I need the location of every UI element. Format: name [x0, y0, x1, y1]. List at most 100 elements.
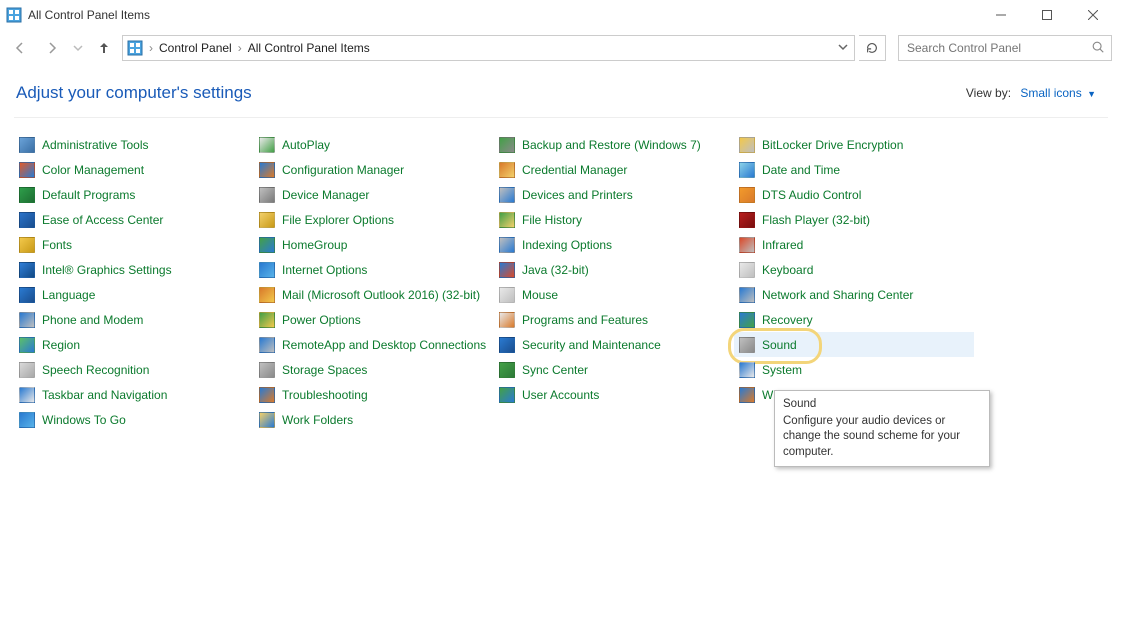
page-heading: Adjust your computer's settings — [16, 83, 966, 103]
control-panel-item[interactable]: Taskbar and Navigation — [14, 382, 254, 407]
back-button[interactable] — [6, 34, 34, 62]
item-label: Backup and Restore (Windows 7) — [522, 138, 701, 152]
control-panel-item[interactable]: Programs and Features — [494, 307, 734, 332]
power-icon — [258, 311, 276, 329]
control-panel-item[interactable]: Infrared — [734, 232, 974, 257]
credential-icon — [498, 161, 516, 179]
control-panel-item[interactable]: Windows To Go — [14, 407, 254, 432]
forward-button[interactable] — [38, 34, 66, 62]
firewall-icon — [738, 386, 756, 404]
chevron-right-icon[interactable]: › — [149, 41, 153, 55]
heading-row: Adjust your computer's settings View by:… — [0, 65, 1122, 117]
remoteapp-icon — [258, 336, 276, 354]
devices-printers-icon — [498, 186, 516, 204]
control-panel-item[interactable]: Administrative Tools — [14, 132, 254, 157]
control-panel-item[interactable]: Keyboard — [734, 257, 974, 282]
control-panel-item[interactable]: Security and Maintenance — [494, 332, 734, 357]
control-panel-item[interactable]: Speech Recognition — [14, 357, 254, 382]
region-icon — [18, 336, 36, 354]
control-panel-item[interactable]: Fonts — [14, 232, 254, 257]
item-label: RemoteApp and Desktop Connections — [282, 338, 486, 352]
control-panel-item[interactable]: HomeGroup — [254, 232, 494, 257]
control-panel-item[interactable]: Indexing Options — [494, 232, 734, 257]
control-panel-item[interactable]: Sync Center — [494, 357, 734, 382]
control-panel-item[interactable]: Devices and Printers — [494, 182, 734, 207]
control-panel-item[interactable]: RemoteApp and Desktop Connections — [254, 332, 494, 357]
bitlocker-icon — [738, 136, 756, 154]
item-label: Mouse — [522, 288, 558, 302]
control-panel-item[interactable]: Region — [14, 332, 254, 357]
control-panel-item[interactable]: File History — [494, 207, 734, 232]
control-panel-item[interactable]: Intel® Graphics Settings — [14, 257, 254, 282]
control-panel-item[interactable]: Java (32-bit) — [494, 257, 734, 282]
control-panel-item[interactable]: BitLocker Drive Encryption — [734, 132, 974, 157]
users-icon — [498, 386, 516, 404]
control-panel-item[interactable]: Recovery — [734, 307, 974, 332]
control-panel-item[interactable]: Ease of Access Center — [14, 207, 254, 232]
maximize-button[interactable] — [1024, 0, 1070, 30]
breadcrumb-current[interactable]: All Control Panel Items — [248, 41, 370, 55]
fonts-icon — [18, 236, 36, 254]
control-panel-item[interactable]: Mail (Microsoft Outlook 2016) (32-bit) — [254, 282, 494, 307]
control-panel-item[interactable]: Language — [14, 282, 254, 307]
control-panel-item[interactable]: Work Folders — [254, 407, 494, 432]
address-dropdown-button[interactable] — [838, 41, 850, 55]
control-panel-item[interactable]: Storage Spaces — [254, 357, 494, 382]
phone-modem-icon — [18, 311, 36, 329]
item-label: Ease of Access Center — [42, 213, 163, 227]
items-column: Backup and Restore (Windows 7) Credential… — [494, 132, 734, 432]
close-button[interactable] — [1070, 0, 1116, 30]
control-panel-item[interactable]: Troubleshooting — [254, 382, 494, 407]
refresh-button[interactable] — [859, 35, 886, 61]
titlebar: All Control Panel Items — [0, 0, 1122, 31]
item-label: Speech Recognition — [42, 363, 149, 377]
item-label: Devices and Printers — [522, 188, 633, 202]
control-panel-item[interactable]: Network and Sharing Center — [734, 282, 974, 307]
control-panel-item[interactable]: Configuration Manager — [254, 157, 494, 182]
control-panel-item[interactable]: Sound — [734, 332, 974, 357]
item-label: Security and Maintenance — [522, 338, 661, 352]
address-bar[interactable]: › Control Panel › All Control Panel Item… — [122, 35, 855, 61]
item-label: System — [762, 363, 802, 377]
file-history-icon — [498, 211, 516, 229]
control-panel-item[interactable]: Mouse — [494, 282, 734, 307]
search-icon — [1091, 40, 1105, 57]
control-panel-item[interactable]: Device Manager — [254, 182, 494, 207]
control-panel-item[interactable]: User Accounts — [494, 382, 734, 407]
control-panel-item[interactable]: Phone and Modem — [14, 307, 254, 332]
sync-icon — [498, 361, 516, 379]
item-label: HomeGroup — [282, 238, 347, 252]
control-panel-item[interactable]: Default Programs — [14, 182, 254, 207]
control-panel-item[interactable]: Date and Time — [734, 157, 974, 182]
control-panel-item[interactable]: Internet Options — [254, 257, 494, 282]
intel-graphics-icon — [18, 261, 36, 279]
chevron-right-icon[interactable]: › — [238, 41, 242, 55]
indexing-icon — [498, 236, 516, 254]
tooltip-body: Configure your audio devices or change t… — [783, 415, 960, 458]
item-label: Sound — [762, 338, 797, 352]
control-panel-item[interactable]: DTS Audio Control — [734, 182, 974, 207]
up-button[interactable] — [90, 34, 118, 62]
backup-icon — [498, 136, 516, 154]
item-label: Keyboard — [762, 263, 813, 277]
taskbar-icon — [18, 386, 36, 404]
control-panel-item[interactable]: Power Options — [254, 307, 494, 332]
view-by-dropdown[interactable]: Small icons ▼ — [1020, 86, 1096, 100]
control-panel-item[interactable]: File Explorer Options — [254, 207, 494, 232]
control-panel-item[interactable]: System — [734, 357, 974, 382]
control-panel-item[interactable]: AutoPlay — [254, 132, 494, 157]
control-panel-item[interactable]: Backup and Restore (Windows 7) — [494, 132, 734, 157]
search-input[interactable] — [905, 40, 1091, 56]
search-box[interactable] — [898, 35, 1112, 61]
tooltip-title: Sound — [783, 397, 981, 413]
item-label: Intel® Graphics Settings — [42, 263, 172, 277]
control-panel-item[interactable]: Color Management — [14, 157, 254, 182]
control-panel-item[interactable]: Credential Manager — [494, 157, 734, 182]
recent-locations-button[interactable] — [70, 34, 86, 62]
sound-icon — [738, 336, 756, 354]
item-label: Troubleshooting — [282, 388, 368, 402]
minimize-button[interactable] — [978, 0, 1024, 30]
admin-tools-icon — [18, 136, 36, 154]
breadcrumb-root[interactable]: Control Panel — [159, 41, 232, 55]
control-panel-item[interactable]: Flash Player (32-bit) — [734, 207, 974, 232]
